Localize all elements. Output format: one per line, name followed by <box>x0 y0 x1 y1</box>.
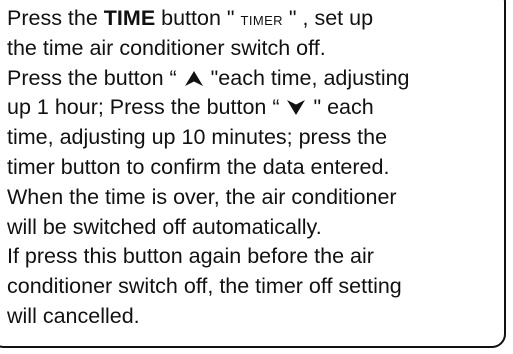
line1-mid: button " <box>155 6 241 30</box>
instruction-line-1: Press the TIME button " TIMER " , set up <box>7 4 511 34</box>
instruction-line-8: will be switched off automatically. <box>7 214 322 239</box>
instruction-line-5: time, adjusting up 10 minutes; press the <box>7 125 388 150</box>
line4-post: " each <box>307 95 374 120</box>
time-button-name: TIME <box>103 6 156 30</box>
instruction-line-7: When the time is over, the air condition… <box>7 184 397 209</box>
instruction-line-9: If press this button again before the ai… <box>7 244 374 269</box>
line1-post: " , set up <box>282 6 374 30</box>
instruction-line-10: conditioner switch off, the timer off se… <box>7 274 402 299</box>
line3-pre: Press the button “ <box>7 65 183 90</box>
instruction-line-3: Press the button “ "each time, adjusting <box>7 64 511 94</box>
instruction-text: Press the TIME button " TIMER " , set up… <box>7 4 511 332</box>
instruction-line-4: up 1 hour; Press the button “ " each <box>7 93 511 123</box>
up-arrow-icon <box>184 70 203 86</box>
instruction-line-11: will cancelled. <box>7 303 140 328</box>
down-arrow-icon <box>287 100 306 116</box>
line4-pre: up 1 hour; Press the button “ <box>7 95 286 120</box>
instruction-line-6: timer button to confirm the data entered… <box>7 154 390 179</box>
line1-pre: Press the <box>7 6 104 30</box>
timer-button-label: TIMER <box>240 13 283 28</box>
instruction-line-2: the time air conditioner switch off. <box>7 35 326 60</box>
line3-post: "each time, adjusting <box>204 65 410 90</box>
